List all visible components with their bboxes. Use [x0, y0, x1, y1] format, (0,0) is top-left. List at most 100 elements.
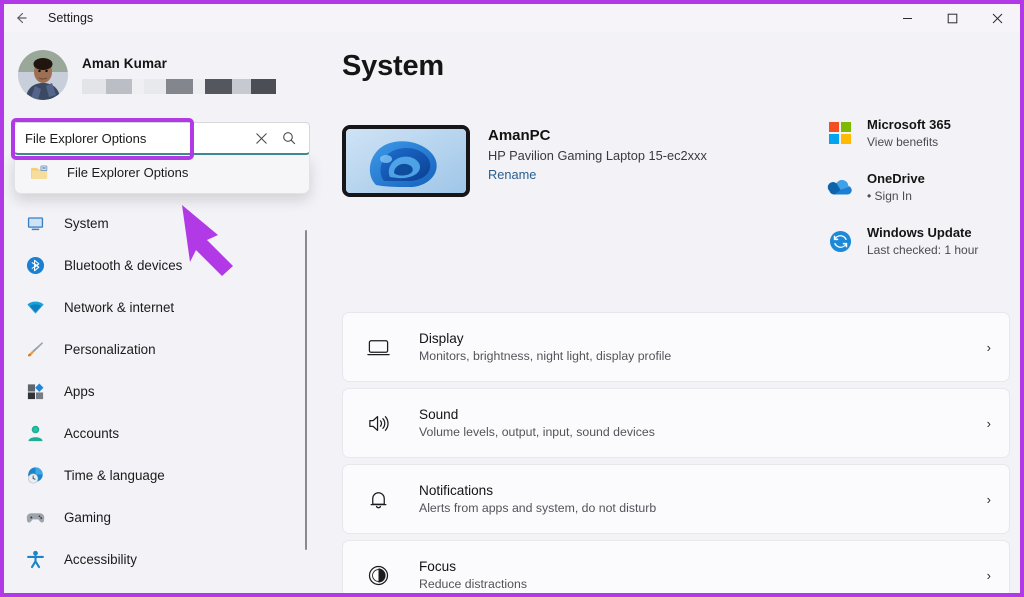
info-title: OneDrive — [867, 171, 925, 186]
sidebar-item-label: Accounts — [64, 425, 120, 441]
sidebar-item-label: Accessibility — [64, 551, 137, 567]
account-person-glyph — [27, 425, 43, 441]
info-item-microsoft-365[interactable]: Microsoft 365 View benefits — [826, 117, 1012, 149]
info-text: OneDrive • Sign In — [867, 171, 925, 203]
info-subtitle: • Sign In — [867, 189, 912, 203]
profile-text: Aman Kumar — [82, 56, 276, 94]
card-subtitle: Monitors, brightness, night light, displ… — [419, 349, 672, 363]
windows-11-bloom-wallpaper — [346, 129, 466, 193]
chevron-right-icon[interactable]: › — [987, 416, 991, 431]
card-title: Focus — [419, 559, 457, 574]
search-box-actions — [247, 124, 309, 152]
chevron-right-icon[interactable]: › — [987, 492, 991, 507]
back-arrow-glyph — [17, 12, 27, 24]
settings-card-list: Display Monitors, brightness, night ligh… — [342, 312, 1010, 593]
info-text: Windows Update Last checked: 1 hour — [867, 225, 978, 257]
sidebar-item-label: Time & language — [64, 467, 165, 483]
device-name: AmanPC — [488, 127, 551, 144]
back-arrow-icon[interactable] — [4, 4, 38, 32]
user-profile[interactable]: Aman Kumar — [4, 32, 320, 110]
sidebar-item-label: Apps — [64, 383, 95, 399]
device-thumbnail — [342, 125, 470, 197]
suggestion-item-file-explorer-options[interactable]: File Explorer Options — [15, 155, 309, 189]
apps-icon — [24, 380, 46, 402]
sidebar-item-accounts[interactable]: Accounts — [4, 412, 320, 454]
folder-options-glyph — [31, 165, 48, 179]
chevron-right-icon[interactable]: › — [987, 568, 991, 583]
sidebar-item-label: System — [64, 215, 109, 231]
card-text: Notifications Alerts from apps and syste… — [419, 483, 987, 515]
sidebar-item-label: Network & internet — [64, 299, 175, 315]
device-model: HP Pavilion Gaming Laptop 15-ec2xxx — [488, 148, 707, 163]
info-item-windows-update[interactable]: Windows Update Last checked: 1 hour — [826, 225, 1012, 257]
account-person-icon — [24, 422, 46, 444]
device-meta: AmanPC HP Pavilion Gaming Laptop 15-ec2x… — [488, 125, 707, 182]
sidebar-item-gaming[interactable]: Gaming — [4, 496, 320, 538]
minimize-button[interactable] — [885, 4, 930, 32]
maximize-button[interactable] — [930, 4, 975, 32]
gamepad-icon — [24, 506, 46, 528]
card-title: Display — [419, 331, 464, 346]
rename-link[interactable]: Rename — [488, 167, 707, 182]
accessibility-person-icon — [24, 548, 46, 570]
info-subtitle: View benefits — [867, 135, 939, 149]
folder-options-icon — [31, 165, 53, 180]
onedrive-cloud-glyph — [827, 180, 852, 195]
focus-moon-icon — [365, 562, 391, 588]
windows-update-sync-glyph — [829, 230, 851, 252]
monitor-icon — [365, 334, 391, 360]
info-item-onedrive[interactable]: OneDrive • Sign In — [826, 171, 1012, 203]
settings-card-focus[interactable]: Focus Reduce distractions › — [342, 540, 1010, 593]
accessibility-person-glyph — [26, 550, 44, 568]
gamepad-glyph — [26, 512, 44, 523]
sidebar-scrollbar[interactable] — [305, 230, 307, 550]
focus-moon-glyph — [368, 565, 388, 585]
clock-globe-glyph — [27, 466, 43, 484]
paintbrush-glyph — [27, 341, 43, 357]
microsoft-logo-icon — [826, 119, 854, 147]
avatar — [18, 50, 68, 100]
sidebar-item-accessibility[interactable]: Accessibility — [4, 538, 320, 580]
window-controls — [885, 4, 1020, 32]
paintbrush-icon — [24, 338, 46, 360]
info-title: Microsoft 365 — [867, 117, 951, 132]
close-button[interactable] — [975, 4, 1020, 32]
settings-card-display[interactable]: Display Monitors, brightness, night ligh… — [342, 312, 1010, 382]
sidebar-item-network-internet[interactable]: Network & internet — [4, 286, 320, 328]
main-content: System AmanPC HP Pavilion Gaming Laptop … — [320, 32, 1020, 593]
card-text: Focus Reduce distractions — [419, 559, 987, 591]
sidebar: Aman Kumar System Bluetooth & devices Ne… — [4, 32, 320, 593]
search-icon — [283, 132, 296, 145]
settings-card-notifications[interactable]: Notifications Alerts from apps and syste… — [342, 464, 1010, 534]
sidebar-item-system[interactable]: System — [4, 202, 320, 244]
chevron-right-icon[interactable]: › — [987, 340, 991, 355]
account-email-redacted — [82, 79, 276, 94]
sidebar-item-time-language[interactable]: Time & language — [4, 454, 320, 496]
card-subtitle: Reduce distractions — [419, 577, 527, 591]
card-text: Sound Volume levels, output, input, soun… — [419, 407, 987, 439]
search-input[interactable] — [15, 123, 247, 153]
card-subtitle: Volume levels, output, input, sound devi… — [419, 425, 655, 439]
sidebar-item-bluetooth-devices[interactable]: Bluetooth & devices — [4, 244, 320, 286]
clock-globe-icon — [24, 464, 46, 486]
speaker-icon — [365, 410, 391, 436]
info-text: Microsoft 365 View benefits — [867, 117, 951, 149]
clear-search-button[interactable] — [247, 124, 275, 152]
system-glyph — [27, 216, 43, 230]
onedrive-cloud-icon — [826, 173, 854, 201]
settings-card-sound[interactable]: Sound Volume levels, output, input, soun… — [342, 388, 1010, 458]
title-bar: Settings — [4, 4, 1020, 32]
sidebar-item-personalization[interactable]: Personalization — [4, 328, 320, 370]
close-icon — [992, 13, 1003, 23]
sidebar-item-label: Personalization — [64, 341, 156, 357]
system-icon — [24, 212, 46, 234]
minimize-icon — [903, 17, 912, 19]
search-box[interactable] — [11, 118, 310, 160]
maximize-icon — [947, 13, 958, 23]
speaker-glyph — [368, 415, 389, 431]
close-icon — [255, 132, 267, 144]
microsoft-logo-glyph — [829, 122, 851, 144]
suggestion-label: File Explorer Options — [67, 164, 189, 180]
submit-search-button[interactable] — [275, 124, 303, 152]
sidebar-item-apps[interactable]: Apps — [4, 370, 320, 412]
